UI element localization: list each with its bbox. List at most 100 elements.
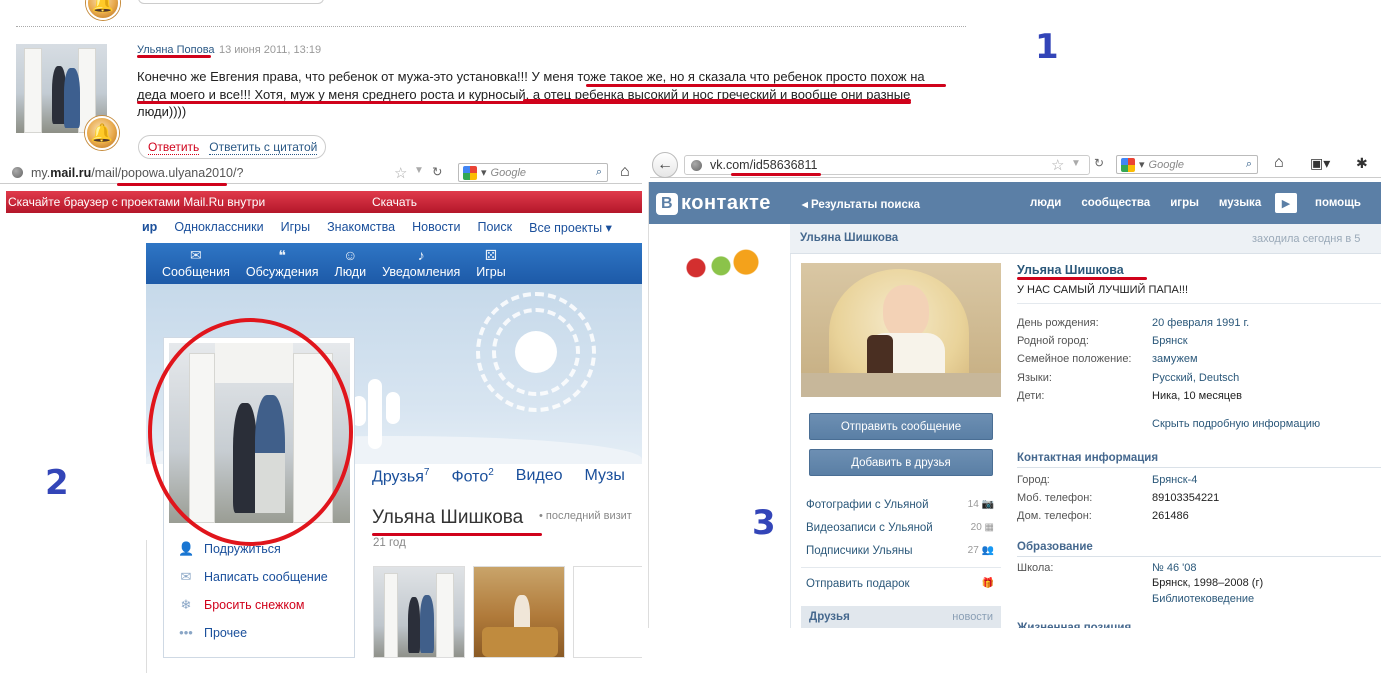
search-icon[interactable]: ⌕	[1246, 158, 1252, 171]
tab-friends[interactable]: Друзья7	[372, 467, 429, 486]
bookmark-star-icon[interactable]: ☆	[1051, 156, 1064, 174]
friends-block-header[interactable]: Друзья новости	[801, 606, 1001, 628]
befriend-link[interactable]: 👤 Подружиться	[178, 541, 281, 557]
send-gift-link[interactable]: Отправить подарок 🎁	[806, 578, 994, 590]
menu-more-arrow-icon[interactable]: ▶	[1275, 193, 1297, 213]
vk-logo[interactable]: Вконтакте	[656, 192, 771, 215]
camera-icon: 📷	[981, 499, 994, 510]
url-text[interactable]: vk.com/id58636811 ☆ ▼	[684, 155, 1090, 175]
menu-help[interactable]: помощь	[1315, 197, 1361, 209]
divider	[16, 26, 966, 27]
dropdown-arrow-icon[interactable]: ▼	[1071, 158, 1081, 169]
tab-video[interactable]: Видео	[516, 467, 563, 486]
menu-item[interactable]: ир	[142, 220, 157, 235]
profile-name: Ульяна Шишкова	[372, 507, 524, 528]
film-icon: ▦	[984, 522, 994, 533]
bell-icon: 🔔	[85, 116, 119, 150]
snowball-icon: ❄	[180, 597, 192, 612]
photo-thumbnail[interactable]	[473, 566, 565, 658]
last-visit: • последний визит	[539, 510, 632, 522]
label-number: 1	[1035, 27, 1059, 67]
vk-header: Вконтакте ◂ Результаты поиска люди сообщ…	[648, 182, 1381, 224]
globe-icon	[691, 159, 702, 171]
photos-with-link[interactable]: Фотографии с Ульяной 14 📷	[806, 499, 994, 511]
info-row: День рождения: 20 февраля 1991 г.	[1017, 317, 1250, 329]
divider	[146, 540, 147, 673]
vk-name-bar: Ульяна Шишкова заходила сегодня в 5	[790, 224, 1381, 254]
bell-icon: 🔔	[86, 0, 120, 20]
mailru-address-bar[interactable]: my.mail.ru/mail/popowa.ulyana2010/? ☆ ▼ …	[0, 162, 642, 184]
nav-notifications[interactable]: ♪ Уведомления	[382, 248, 460, 279]
menu-item[interactable]: Поиск	[478, 220, 513, 235]
nav-games[interactable]: ⚄ Игры	[476, 248, 505, 279]
vk-profile-name: Ульяна Шишкова	[1017, 263, 1124, 277]
snowball-link[interactable]: ❄ Бросить снежком	[178, 597, 305, 613]
contact-row: Моб. телефон: 89103354221	[1017, 492, 1220, 504]
write-message-link[interactable]: ✉ Написать сообщение	[178, 569, 328, 585]
menu-people[interactable]: люди	[1030, 197, 1061, 209]
dots-icon: •••	[179, 625, 193, 640]
menu-item[interactable]: Знакомства	[327, 220, 395, 235]
menu-music[interactable]: музыка	[1219, 197, 1261, 209]
mailru-nav-bar: ✉ Сообщения ❝ Обсуждения ☺ Люди ♪ Уведомлени…	[146, 243, 776, 284]
reload-icon[interactable]: ↻	[432, 164, 442, 179]
bookmark-star-icon[interactable]: ☆	[394, 164, 407, 182]
vk-status: У НАС САМЫЙ ЛУЧШИЙ ПАПА!!!	[1017, 284, 1189, 296]
comment-actions: Ответить Ответить с цитатой	[138, 135, 326, 159]
label-number: 3	[752, 503, 776, 543]
menu-games[interactable]: игры	[1170, 197, 1199, 209]
bookmarks-icon[interactable]: ▣▾	[1310, 155, 1330, 172]
quote-icon: ❝	[278, 247, 286, 263]
send-message-button[interactable]: Отправить сообщение	[809, 413, 993, 440]
nav-people[interactable]: ☺ Люди	[335, 248, 367, 279]
contact-row: Дом. телефон: 261486	[1017, 510, 1189, 522]
search-results-link[interactable]: ◂ Результаты поиска	[802, 197, 920, 211]
search-box[interactable]: ▾ Google ⌕	[458, 163, 608, 182]
tab-photo[interactable]: Фото2	[451, 467, 493, 486]
tab-music[interactable]: Музы	[585, 467, 625, 486]
reply-link[interactable]: Ответить	[148, 140, 200, 155]
nav-messages[interactable]: ✉ Сообщения	[162, 248, 230, 279]
comment-date: 13 июня 2011, 13:19	[219, 44, 322, 56]
contact-row: Город: Брянск-4	[1017, 474, 1198, 486]
bell-icon: ♪	[417, 247, 425, 263]
reply-quote-link[interactable]: Ответить с цитатой	[209, 140, 318, 155]
menu-item[interactable]: Новости	[412, 220, 460, 235]
gift-icon: 🎁	[981, 578, 994, 589]
reload-icon[interactable]: ↻	[1094, 156, 1104, 170]
vk-top-menu: люди сообщества игры музыка	[1030, 197, 1261, 209]
browser-promo-banner: Скачайте браузер с проектами Mail.Ru вну…	[6, 191, 642, 213]
url-text[interactable]: my.mail.ru/mail/popowa.ulyana2010/?	[31, 166, 243, 180]
contact-section-title: Контактная информация	[1017, 452, 1381, 468]
nav-discussions[interactable]: ❝ Обсуждения	[246, 248, 319, 279]
home-icon[interactable]: ⌂	[1274, 154, 1284, 172]
followers-link[interactable]: Подписчики Ульяны 27 👥	[806, 545, 994, 557]
menu-item[interactable]: Одноклассники	[174, 220, 263, 235]
comment-text: Конечно же Евгения права, что ребенок от…	[137, 69, 925, 119]
back-arrow-icon[interactable]: ←	[652, 152, 678, 178]
photo-thumbnail[interactable]	[373, 566, 465, 658]
more-link[interactable]: ••• Прочее	[178, 625, 247, 640]
menu-communities[interactable]: сообщества	[1081, 197, 1150, 209]
profile-tabs: Друзья7 Фото2 Видео Музы	[372, 467, 642, 486]
hide-info-link[interactable]: Скрыть подробную информацию	[1152, 418, 1320, 430]
add-friend-button[interactable]: Добавить в друзья	[809, 449, 993, 476]
menu-item[interactable]: Все проекты ▾	[529, 220, 612, 235]
info-row: Семейное положение: замужем	[1017, 353, 1198, 365]
videos-with-link[interactable]: Видеозаписи с Ульяной 20 ▦	[806, 522, 994, 534]
profile-age: 21 год	[373, 537, 406, 549]
download-button[interactable]: Скачать	[372, 195, 417, 209]
addon-icon[interactable]: ✱	[1356, 155, 1368, 172]
search-box[interactable]: ▾ Google ⌕	[1116, 155, 1258, 174]
info-row: Родной город: Брянск	[1017, 335, 1188, 347]
search-icon[interactable]: ⌕	[596, 166, 602, 179]
menu-item[interactable]: Игры	[281, 220, 310, 235]
google-icon	[463, 165, 477, 180]
previous-comment-buttons	[138, 0, 324, 4]
divider	[648, 182, 649, 628]
dropdown-arrow-icon[interactable]: ▼	[414, 165, 424, 176]
gamepad-icon: ⚄	[484, 247, 498, 263]
google-icon	[1121, 157, 1135, 172]
home-icon[interactable]: ⌂	[620, 163, 630, 181]
vk-profile-photo[interactable]	[801, 263, 1001, 397]
